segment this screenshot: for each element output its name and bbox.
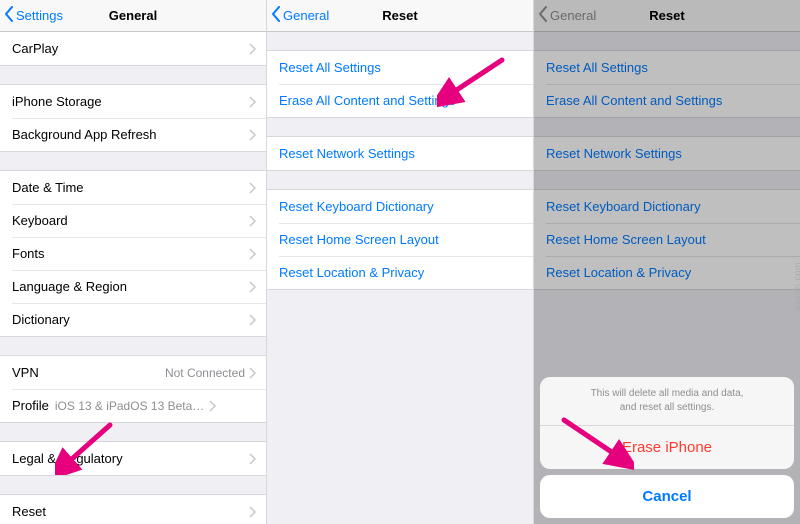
row-label: Reset Network Settings — [279, 146, 523, 161]
group-reset-other-dim: Reset Keyboard Dictionary Reset Home Scr… — [534, 189, 800, 290]
chevron-right-icon — [249, 215, 256, 227]
row-label: Profile — [12, 398, 49, 413]
row-detail: Not Connected — [165, 366, 245, 380]
cancel-button[interactable]: Cancel — [540, 475, 794, 518]
chevron-right-icon — [249, 248, 256, 260]
chevron-right-icon — [249, 506, 256, 518]
row-reset-location-privacy-dim: Reset Location & Privacy — [534, 256, 800, 289]
row-label: Erase All Content and Settings — [279, 93, 523, 108]
navbar-general: Settings General — [0, 0, 266, 32]
row-label: CarPlay — [12, 41, 249, 56]
row-label: Language & Region — [12, 279, 249, 294]
row-label: Reset — [12, 504, 249, 519]
action-sheet: This will delete all media and data, and… — [540, 377, 794, 518]
chevron-left-icon — [271, 6, 283, 25]
row-label: Reset Keyboard Dictionary — [546, 199, 790, 214]
row-label: Reset Location & Privacy — [279, 265, 523, 280]
row-carplay[interactable]: CarPlay — [0, 32, 266, 65]
row-label: Legal & Regulatory — [12, 451, 249, 466]
row-profile[interactable]: Profile iOS 13 & iPadOS 13 Beta Software… — [0, 389, 266, 422]
row-label: Reset Location & Privacy — [546, 265, 790, 280]
chevron-right-icon — [249, 314, 256, 326]
back-button-general-dim: General — [538, 6, 596, 25]
back-label: General — [550, 8, 596, 23]
nav-title: Reset — [649, 8, 684, 23]
row-label: Background App Refresh — [12, 127, 249, 142]
action-sheet-main: This will delete all media and data, and… — [540, 377, 794, 469]
group-reset-network-dim: Reset Network Settings — [534, 136, 800, 171]
group-legal: Legal & Regulatory — [0, 441, 266, 476]
row-label: Reset Keyboard Dictionary — [279, 199, 523, 214]
group-carplay: CarPlay — [0, 32, 266, 66]
row-reset-home-screen[interactable]: Reset Home Screen Layout — [267, 223, 533, 256]
chevron-right-icon — [249, 182, 256, 194]
row-reset[interactable]: Reset — [0, 495, 266, 524]
row-label: Reset Home Screen Layout — [546, 232, 790, 247]
row-label: Reset All Settings — [279, 60, 523, 75]
row-label: Keyboard — [12, 213, 249, 228]
back-button-settings[interactable]: Settings — [4, 6, 63, 25]
chevron-right-icon — [249, 96, 256, 108]
back-button-general[interactable]: General — [271, 6, 329, 25]
row-label: VPN — [12, 365, 165, 380]
row-reset-all-settings-dim: Reset All Settings — [534, 51, 800, 84]
row-label: Reset Network Settings — [546, 146, 790, 161]
row-label: Date & Time — [12, 180, 249, 195]
chevron-right-icon — [249, 281, 256, 293]
back-label: Settings — [16, 8, 63, 23]
row-reset-home-screen-dim: Reset Home Screen Layout — [534, 223, 800, 256]
row-vpn[interactable]: VPN Not Connected — [0, 356, 266, 389]
row-label: Fonts — [12, 246, 249, 261]
navbar-reset-dim: General Reset — [534, 0, 800, 32]
group-storage: iPhone Storage Background App Refresh — [0, 84, 266, 152]
group-vpn: VPN Not Connected Profile iOS 13 & iPadO… — [0, 355, 266, 423]
row-detail: iOS 13 & iPadOS 13 Beta Software Pr… — [55, 399, 205, 413]
row-label: Reset All Settings — [546, 60, 790, 75]
row-label: iPhone Storage — [12, 94, 249, 109]
row-reset-keyboard-dict[interactable]: Reset Keyboard Dictionary — [267, 190, 533, 223]
row-keyboard[interactable]: Keyboard — [0, 204, 266, 237]
chevron-left-icon — [4, 6, 16, 25]
nav-title: General — [109, 8, 157, 23]
group-datetime: Date & Time Keyboard Fonts Language & Re… — [0, 170, 266, 337]
panel-general: Settings General CarPlay iPhone Storage … — [0, 0, 267, 524]
row-dictionary[interactable]: Dictionary — [0, 303, 266, 336]
chevron-right-icon — [209, 400, 216, 412]
row-date-time[interactable]: Date & Time — [0, 171, 266, 204]
row-iphone-storage[interactable]: iPhone Storage — [0, 85, 266, 118]
row-legal-regulatory[interactable]: Legal & Regulatory — [0, 442, 266, 475]
erase-iphone-button[interactable]: Erase iPhone — [540, 426, 794, 469]
watermark: wsxdn.com — [793, 262, 800, 312]
nav-title: Reset — [382, 8, 417, 23]
row-reset-network-settings-dim: Reset Network Settings — [534, 137, 800, 170]
row-fonts[interactable]: Fonts — [0, 237, 266, 270]
chevron-right-icon — [249, 43, 256, 55]
row-reset-keyboard-dict-dim: Reset Keyboard Dictionary — [534, 190, 800, 223]
row-language-region[interactable]: Language & Region — [0, 270, 266, 303]
row-label: Dictionary — [12, 312, 249, 327]
row-erase-all-content-dim: Erase All Content and Settings — [534, 84, 800, 117]
panel-reset-confirm: General Reset Reset All Settings Erase A… — [534, 0, 800, 524]
panel-reset: General Reset Reset All Settings Erase A… — [267, 0, 534, 524]
group-reset-all: Reset All Settings Erase All Content and… — [267, 50, 533, 118]
navbar-reset: General Reset — [267, 0, 533, 32]
group-reset-other: Reset Keyboard Dictionary Reset Home Scr… — [267, 189, 533, 290]
chevron-right-icon — [249, 453, 256, 465]
back-label: General — [283, 8, 329, 23]
group-reset-all-dim: Reset All Settings Erase All Content and… — [534, 50, 800, 118]
group-reset: Reset Shut Down — [0, 494, 266, 524]
chevron-right-icon — [249, 367, 256, 379]
row-label: Reset Home Screen Layout — [279, 232, 523, 247]
chevron-right-icon — [249, 129, 256, 141]
row-reset-all-settings[interactable]: Reset All Settings — [267, 51, 533, 84]
row-label: Erase All Content and Settings — [546, 93, 790, 108]
row-reset-network-settings[interactable]: Reset Network Settings — [267, 137, 533, 170]
row-erase-all-content[interactable]: Erase All Content and Settings — [267, 84, 533, 117]
row-background-app-refresh[interactable]: Background App Refresh — [0, 118, 266, 151]
chevron-left-icon — [538, 6, 550, 25]
group-reset-network: Reset Network Settings — [267, 136, 533, 171]
three-panel-layout: Settings General CarPlay iPhone Storage … — [0, 0, 800, 524]
row-reset-location-privacy[interactable]: Reset Location & Privacy — [267, 256, 533, 289]
action-sheet-message: This will delete all media and data, and… — [540, 377, 794, 426]
